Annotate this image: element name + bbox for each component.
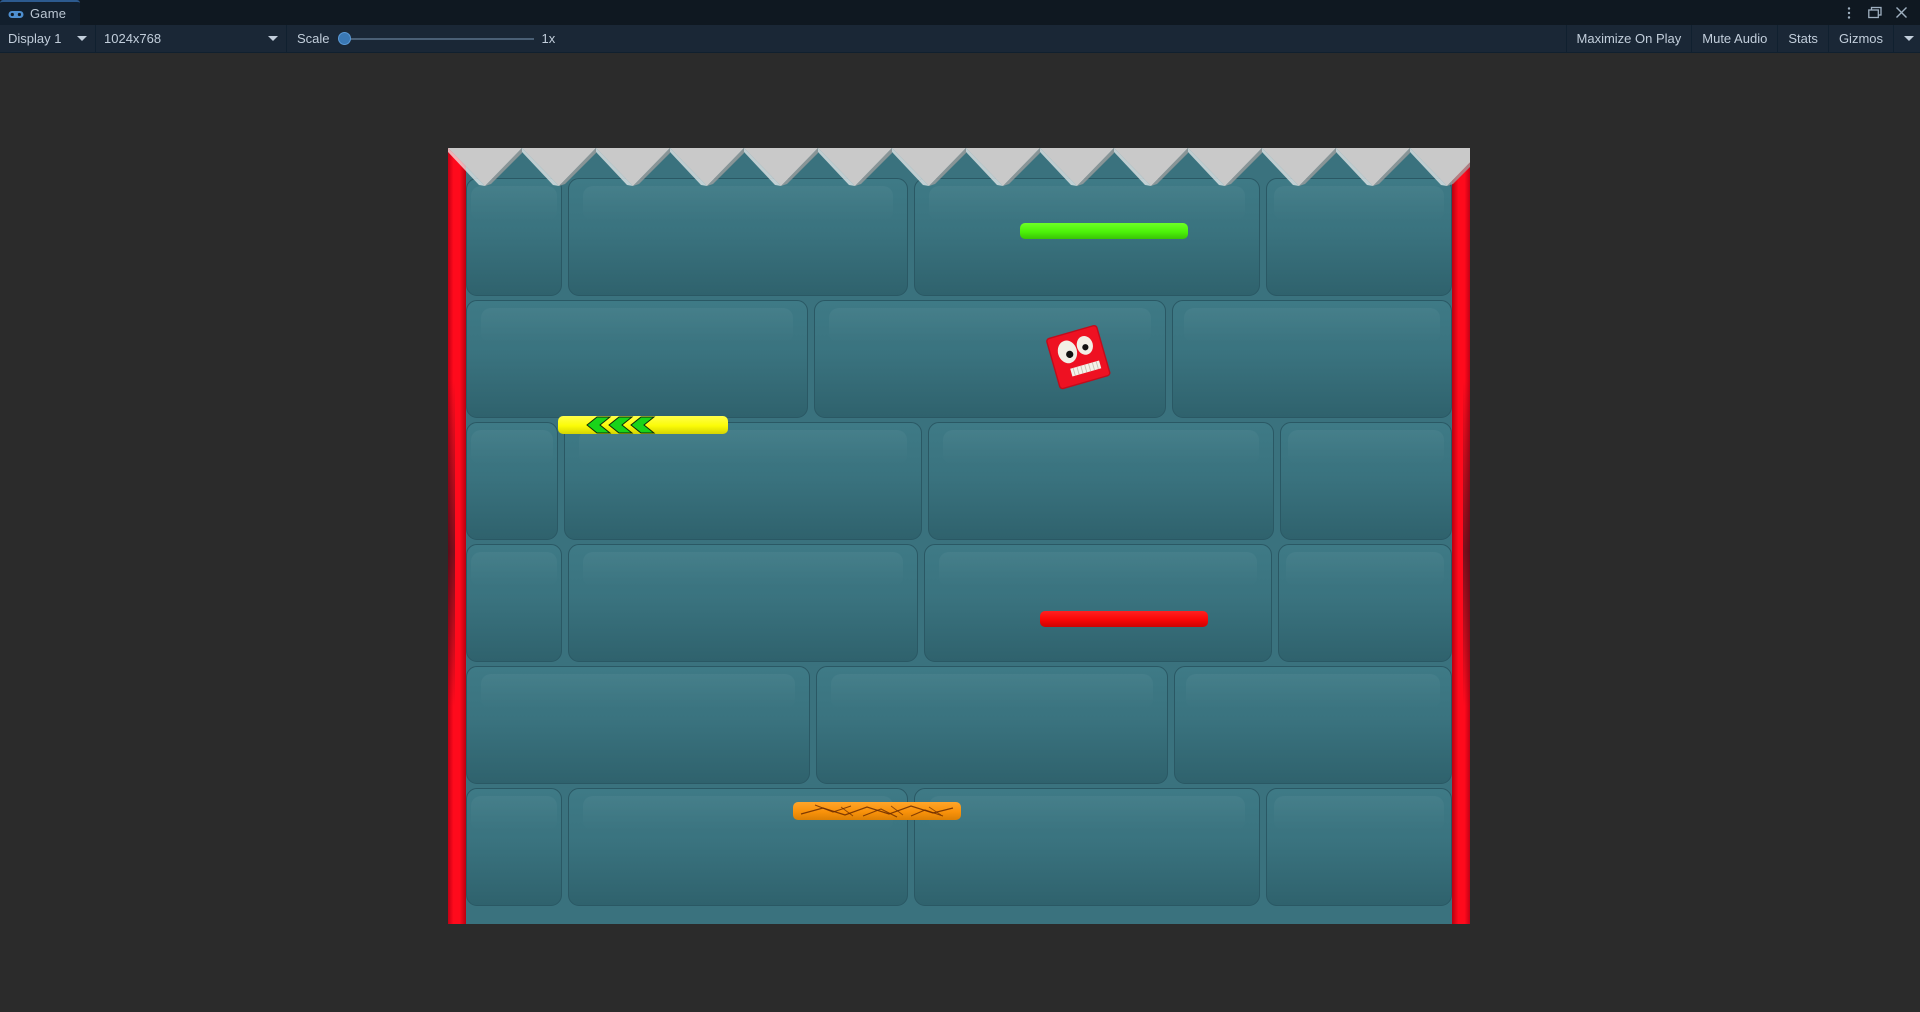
scale-value: 1x: [541, 31, 556, 46]
brick: [466, 544, 562, 662]
yellow-conveyor-platform: [558, 416, 728, 434]
left-wall-shadow: [448, 148, 455, 924]
brick: [816, 666, 1168, 784]
scale-slider-thumb[interactable]: [337, 32, 351, 45]
scale-control: Scale 1x: [287, 25, 574, 53]
toolbar-right-group: Maximize On Play Mute Audio Stats Gizmos: [1565, 24, 1920, 53]
tab-game-label: Game: [30, 6, 67, 21]
brick: [924, 544, 1272, 662]
display-selector-label: Display 1: [8, 31, 62, 46]
brick: [1172, 300, 1452, 418]
maximize-on-play-button[interactable]: Maximize On Play: [1565, 24, 1692, 53]
maximize-icon[interactable]: [1868, 6, 1882, 20]
chevron-down-icon: [1904, 36, 1914, 41]
tab-game[interactable]: Game: [0, 0, 81, 25]
scale-slider-track: [343, 37, 534, 40]
game-view-toolbar: Display 1 1024x768 Scale 1x Maximize On …: [0, 24, 1920, 53]
scale-label: Scale: [297, 31, 330, 46]
brick: [928, 422, 1274, 540]
gizmos-dropdown-button[interactable]: [1893, 24, 1920, 53]
brick: [568, 178, 908, 296]
display-selector[interactable]: Display 1: [0, 25, 95, 53]
brick: [1174, 666, 1452, 784]
maximize-on-play-label: Maximize On Play: [1576, 31, 1682, 46]
stats-button[interactable]: Stats: [1777, 24, 1828, 53]
brick: [564, 422, 922, 540]
right-wall-shadow: [1463, 148, 1470, 924]
brick: [914, 788, 1260, 906]
brick: [466, 178, 562, 296]
red-platform: [1040, 611, 1208, 627]
mute-audio-button[interactable]: Mute Audio: [1691, 24, 1777, 53]
brick: [1280, 422, 1452, 540]
brick: [1278, 544, 1452, 662]
green-platform: [1020, 223, 1188, 239]
editor-tab-bar: Game: [0, 0, 1920, 25]
scale-slider[interactable]: [337, 32, 534, 46]
resolution-selector-label: 1024x768: [104, 31, 162, 46]
brick: [568, 544, 918, 662]
window-controls: [1842, 0, 1920, 25]
spike-hazard-row: [448, 148, 1470, 188]
resolution-selector[interactable]: 1024x768: [96, 25, 286, 53]
brick: [466, 422, 558, 540]
game-viewport[interactable]: [448, 148, 1470, 924]
brick: [466, 300, 808, 418]
gamepad-icon: [8, 8, 24, 19]
kebab-menu-icon[interactable]: [1842, 6, 1856, 20]
chevron-down-icon: [77, 36, 87, 41]
gizmos-button[interactable]: Gizmos: [1827, 24, 1893, 53]
brick: [1266, 788, 1452, 906]
brick: [466, 666, 810, 784]
mute-audio-label: Mute Audio: [1702, 31, 1768, 46]
gizmos-label: Gizmos: [1838, 31, 1883, 46]
brick: [466, 788, 562, 906]
close-icon[interactable]: [1894, 6, 1908, 20]
brick: [1266, 178, 1452, 296]
chevron-down-icon: [268, 36, 278, 41]
stats-label: Stats: [1788, 31, 1818, 46]
orange-crack-platform: [793, 802, 961, 820]
